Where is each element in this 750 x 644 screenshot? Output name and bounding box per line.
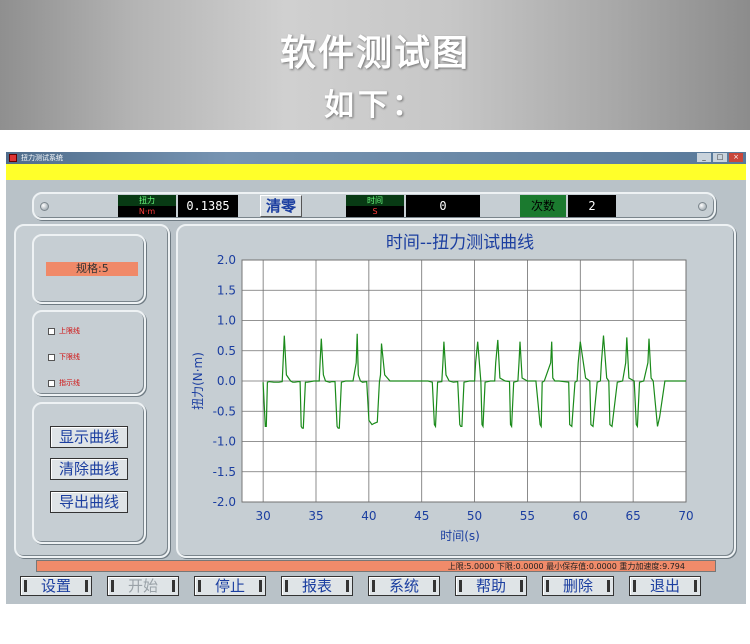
maximize-button[interactable]: □: [713, 153, 727, 162]
indicator-line-checkbox[interactable]: [48, 379, 55, 387]
show-curve-button[interactable]: 显示曲线: [50, 426, 128, 448]
curve-buttons: 显示曲线 清除曲线 导出曲线: [32, 402, 146, 544]
time-label: 时间 S: [346, 195, 404, 217]
button-edge: [546, 580, 549, 592]
settings-button[interactable]: 设置: [20, 576, 92, 596]
status-bar: 上限:5.0000 下限:0.0000 最小保存值:0.0000 重力加速度:9…: [36, 560, 716, 572]
bottom-button-label: 报表: [301, 577, 332, 595]
button-edge: [111, 580, 114, 592]
button-edge: [85, 580, 88, 592]
button-edge: [346, 580, 349, 592]
button-edge: [607, 580, 610, 592]
y-tick-label: -1.0: [213, 435, 236, 449]
x-tick-label: 50: [467, 509, 482, 523]
spec-label: 规格:5: [46, 262, 138, 276]
chart-title: 时间--扭力测试曲线: [386, 233, 534, 253]
help-button[interactable]: 帮助: [455, 576, 527, 596]
y-tick-label: -2.0: [213, 495, 236, 509]
x-tick-label: 70: [678, 509, 693, 523]
y-tick-label: 1.5: [217, 283, 236, 297]
screw-icon: [40, 202, 49, 211]
y-tick-label: -0.5: [213, 404, 236, 418]
x-tick-label: 55: [520, 509, 535, 523]
lower-limit-checkbox[interactable]: [48, 353, 55, 361]
header-banner: 软件测试图 如下：: [0, 0, 750, 130]
left-panel: 规格:5 上限线 下限线 指示线 显示曲线 清除曲线 导出曲线: [14, 224, 170, 558]
banner-title: 软件测试图: [279, 33, 470, 74]
torque-unit: N·m: [138, 207, 156, 216]
line-options: 上限线 下限线 指示线: [32, 310, 146, 396]
button-edge: [198, 580, 201, 592]
x-tick-label: 35: [308, 509, 323, 523]
button-edge: [24, 580, 27, 592]
bottom-button-label: 帮助: [475, 577, 506, 595]
window-title: 扭力测试系统: [21, 154, 63, 162]
zero-button[interactable]: 清零: [260, 195, 302, 217]
time-unit: S: [372, 207, 378, 216]
bottom-button-label: 停止: [214, 577, 245, 595]
torque-label-text: 扭力: [118, 195, 176, 206]
x-tick-label: 40: [361, 509, 376, 523]
stop-button[interactable]: 停止: [194, 576, 266, 596]
button-edge: [459, 580, 462, 592]
torque-label: 扭力 N·m: [118, 195, 176, 217]
system-button[interactable]: 系统: [368, 576, 440, 596]
button-edge: [694, 580, 697, 592]
export-curve-button[interactable]: 导出曲线: [50, 491, 128, 513]
time-label-text: 时间: [346, 195, 404, 206]
button-edge: [285, 580, 288, 592]
button-edge: [259, 580, 262, 592]
count-label: 次数: [520, 195, 566, 217]
bottom-button-label: 退出: [649, 577, 680, 595]
screw-icon: [698, 202, 707, 211]
button-edge: [433, 580, 436, 592]
delete-button[interactable]: 删除: [542, 576, 614, 596]
lower-limit-label: 下限线: [59, 353, 80, 361]
start-button[interactable]: 开始: [107, 576, 179, 596]
close-button[interactable]: ×: [729, 153, 743, 162]
indicator-line-label: 指示线: [59, 379, 80, 387]
torque-chart: 时间--扭力测试曲线 30 35 40 45 50 55 60 65 70 -2.0 -1.5 -1.…: [191, 233, 694, 543]
button-edge: [633, 580, 636, 592]
button-edge: [372, 580, 375, 592]
minimize-button[interactable]: _: [697, 153, 711, 162]
count-value: 2: [568, 195, 616, 217]
y-tick-label: -1.5: [213, 465, 236, 479]
banner-subtitle: 如下：: [324, 88, 426, 123]
y-tick-label: 0.0: [217, 374, 236, 388]
x-axis-label: 时间(s): [440, 529, 480, 543]
torque-value: 0.1385: [178, 195, 238, 217]
chart-panel: 时间--扭力测试曲线 30 35 40 45 50 55 60 65 70 -2.0 -1.5 -1.…: [176, 224, 736, 558]
exit-button[interactable]: 退出: [629, 576, 701, 596]
bottom-button-label: 删除: [562, 577, 593, 595]
y-tick-label: 0.5: [217, 344, 236, 358]
y-axis-label: 扭力(N·m): [191, 352, 205, 410]
highlight-bar: [6, 164, 746, 180]
app-icon: [9, 154, 17, 162]
x-tick-label: 65: [626, 509, 641, 523]
x-tick-label: 60: [573, 509, 588, 523]
y-tick-label: 2.0: [217, 253, 236, 267]
upper-limit-label: 上限线: [59, 327, 80, 335]
x-tick-label: 45: [414, 509, 429, 523]
bottom-button-label: 设置: [40, 577, 71, 595]
readout-panel: 扭力 N·m 0.1385 清零 时间 S 0 次数 2: [32, 192, 716, 220]
y-tick-label: 1.0: [217, 314, 236, 328]
x-tick-label: 30: [256, 509, 271, 523]
button-edge: [172, 580, 175, 592]
clear-curve-button[interactable]: 清除曲线: [50, 458, 128, 480]
upper-limit-checkbox[interactable]: [48, 327, 55, 335]
bottom-button-label: 开始: [127, 577, 158, 595]
window-titlebar: 扭力测试系统 _ □ ×: [6, 152, 746, 164]
spec-box: 规格:5: [32, 234, 146, 304]
button-edge: [520, 580, 523, 592]
bottom-button-label: 系统: [388, 577, 419, 595]
report-button[interactable]: 报表: [281, 576, 353, 596]
app-window: 扭力测试系统 _ □ × 扭力 N·m 0.1385 清零 时间 S 0 次数 …: [6, 152, 746, 604]
time-value: 0: [406, 195, 480, 217]
